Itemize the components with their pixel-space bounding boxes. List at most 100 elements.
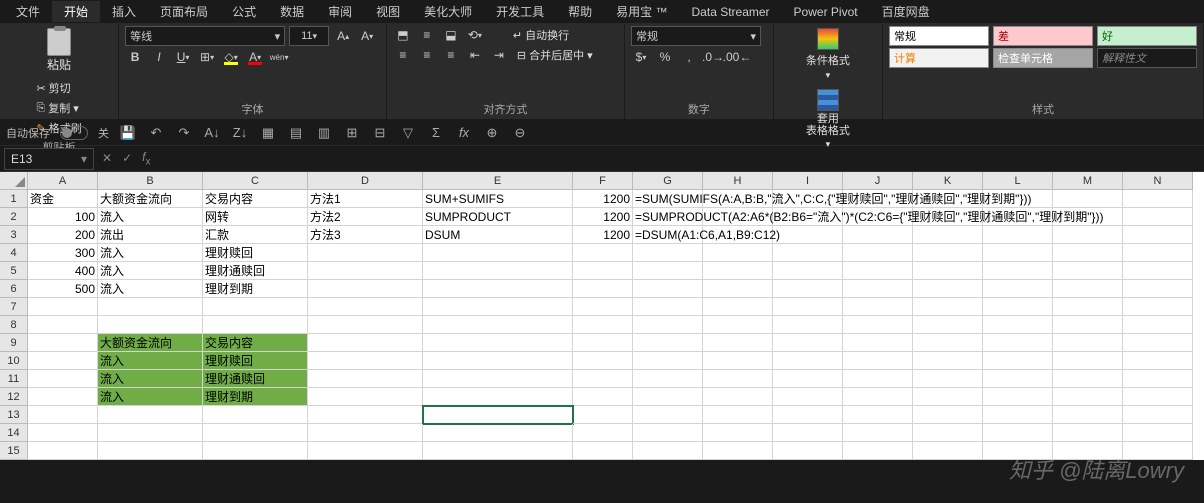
cell-K6[interactable] xyxy=(913,280,983,298)
cell-G12[interactable] xyxy=(633,388,703,406)
cell-F9[interactable] xyxy=(573,334,633,352)
col-header-B[interactable]: B xyxy=(98,172,203,190)
cell-D7[interactable] xyxy=(308,298,423,316)
style-explain[interactable]: 解释性文 xyxy=(1097,48,1197,68)
cell-M6[interactable] xyxy=(1053,280,1123,298)
cell-E7[interactable] xyxy=(423,298,573,316)
menu-item-2[interactable]: 插入 xyxy=(100,1,148,22)
enter-icon[interactable]: ✓ xyxy=(122,151,132,165)
cell-A9[interactable] xyxy=(28,334,98,352)
cell-K15[interactable] xyxy=(913,442,983,460)
cell-L13[interactable] xyxy=(983,406,1053,424)
cell-N11[interactable] xyxy=(1123,370,1193,388)
cell-F5[interactable] xyxy=(573,262,633,280)
cell-N8[interactable] xyxy=(1123,316,1193,334)
cell-F2[interactable]: 1200 xyxy=(573,208,633,226)
cell-L6[interactable] xyxy=(983,280,1053,298)
cell-K10[interactable] xyxy=(913,352,983,370)
row-header-12[interactable]: 12 xyxy=(0,388,28,406)
cell-M14[interactable] xyxy=(1053,424,1123,442)
cell-L5[interactable] xyxy=(983,262,1053,280)
cell-H7[interactable] xyxy=(703,298,773,316)
fill-color-button[interactable]: ◇▾ xyxy=(221,48,241,66)
menu-item-7[interactable]: 视图 xyxy=(364,1,412,22)
cell-I10[interactable] xyxy=(773,352,843,370)
cell-D14[interactable] xyxy=(308,424,423,442)
col-header-H[interactable]: H xyxy=(703,172,773,190)
cell-L11[interactable] xyxy=(983,370,1053,388)
col-header-I[interactable]: I xyxy=(773,172,843,190)
cell-C14[interactable] xyxy=(203,424,308,442)
cell-E15[interactable] xyxy=(423,442,573,460)
cell-A2[interactable]: 100 xyxy=(28,208,98,226)
cell-C9[interactable]: 交易内容 xyxy=(203,334,308,352)
cell-N7[interactable] xyxy=(1123,298,1193,316)
style-normal[interactable]: 常规 xyxy=(889,26,989,46)
cell-A6[interactable]: 500 xyxy=(28,280,98,298)
cell-C5[interactable]: 理财通赎回 xyxy=(203,262,308,280)
cell-D9[interactable] xyxy=(308,334,423,352)
cut-button[interactable]: ✂剪切 xyxy=(32,79,85,97)
cell-K11[interactable] xyxy=(913,370,983,388)
cell-N14[interactable] xyxy=(1123,424,1193,442)
style-calc[interactable]: 计算 xyxy=(889,48,989,68)
paste-button[interactable]: 粘贴 xyxy=(43,26,75,75)
col-header-A[interactable]: A xyxy=(28,172,98,190)
font-name-select[interactable]: 等线▾ xyxy=(125,26,285,46)
cell-A8[interactable] xyxy=(28,316,98,334)
align-top-button[interactable]: ⬒ xyxy=(393,26,413,44)
cell-D8[interactable] xyxy=(308,316,423,334)
cell-M7[interactable] xyxy=(1053,298,1123,316)
row-header-10[interactable]: 10 xyxy=(0,352,28,370)
cell-N6[interactable] xyxy=(1123,280,1193,298)
cell-E13[interactable] xyxy=(423,406,573,424)
wrap-text-button[interactable]: ↵自动换行 xyxy=(509,26,573,44)
increase-indent-button[interactable]: ⇥ xyxy=(489,46,509,64)
cell-E12[interactable] xyxy=(423,388,573,406)
cell-F6[interactable] xyxy=(573,280,633,298)
cell-D13[interactable] xyxy=(308,406,423,424)
zoom-in-icon[interactable]: ⊕ xyxy=(483,124,501,142)
cell-H13[interactable] xyxy=(703,406,773,424)
cell-M15[interactable] xyxy=(1053,442,1123,460)
menu-item-14[interactable]: 百度网盘 xyxy=(870,1,942,22)
cell-F4[interactable] xyxy=(573,244,633,262)
cell-J6[interactable] xyxy=(843,280,913,298)
cell-K5[interactable] xyxy=(913,262,983,280)
cell-I5[interactable] xyxy=(773,262,843,280)
col-header-E[interactable]: E xyxy=(423,172,573,190)
cell-L10[interactable] xyxy=(983,352,1053,370)
menu-item-10[interactable]: 帮助 xyxy=(556,1,604,22)
cell-N13[interactable] xyxy=(1123,406,1193,424)
align-right-button[interactable]: ≡ xyxy=(441,46,461,64)
font-color-button[interactable]: A▾ xyxy=(245,48,265,66)
cell-M11[interactable] xyxy=(1053,370,1123,388)
cell-B9[interactable]: 大额资金流向 xyxy=(98,334,203,352)
italic-button[interactable]: I xyxy=(149,48,169,66)
cell-F15[interactable] xyxy=(573,442,633,460)
cell-G13[interactable] xyxy=(633,406,703,424)
cell-G14[interactable] xyxy=(633,424,703,442)
align-bottom-button[interactable]: ⬓ xyxy=(441,26,461,44)
cell-L12[interactable] xyxy=(983,388,1053,406)
cell-G7[interactable] xyxy=(633,298,703,316)
cell-H14[interactable] xyxy=(703,424,773,442)
cell-A1[interactable]: 资金 xyxy=(28,190,98,208)
cell-I3[interactable] xyxy=(773,226,843,244)
cell-I7[interactable] xyxy=(773,298,843,316)
save-icon[interactable]: 💾 xyxy=(119,124,137,142)
cell-B11[interactable]: 流入 xyxy=(98,370,203,388)
freeze-icon[interactable]: ▥ xyxy=(315,124,333,142)
cell-A11[interactable] xyxy=(28,370,98,388)
col-header-J[interactable]: J xyxy=(843,172,913,190)
cell-J8[interactable] xyxy=(843,316,913,334)
cell-N9[interactable] xyxy=(1123,334,1193,352)
cell-C4[interactable]: 理财赎回 xyxy=(203,244,308,262)
cell-B14[interactable] xyxy=(98,424,203,442)
filter-icon[interactable]: ▽ xyxy=(399,124,417,142)
decrease-font-icon[interactable]: A▾ xyxy=(357,27,377,45)
sum-icon[interactable]: Σ xyxy=(427,124,445,142)
cell-A7[interactable] xyxy=(28,298,98,316)
cell-K13[interactable] xyxy=(913,406,983,424)
zoom-out-icon[interactable]: ⊖ xyxy=(511,124,529,142)
